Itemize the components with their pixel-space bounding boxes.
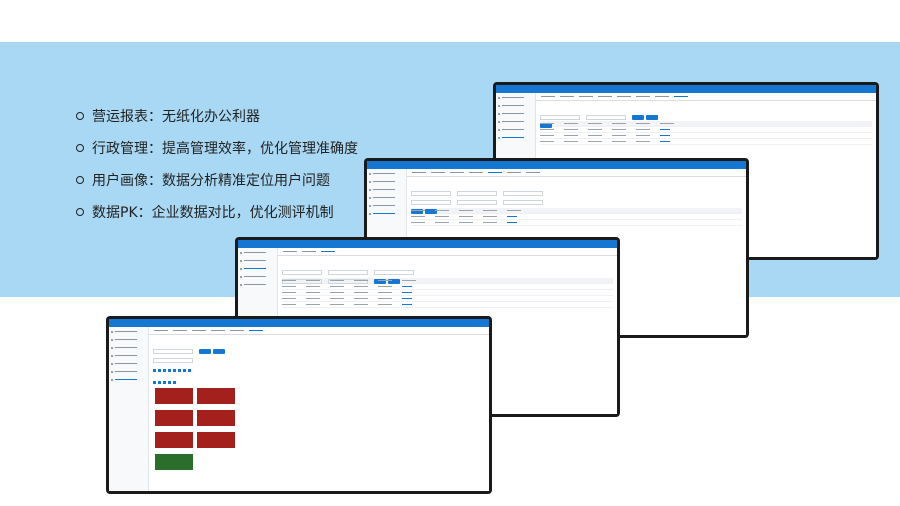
sidebar	[109, 327, 149, 491]
app-header	[367, 161, 746, 169]
tab-bar	[536, 93, 876, 101]
feature-list: 营运报表：无纸化办公利器 行政管理：提高管理效率，优化管理准确度 用户画像：数据…	[76, 100, 358, 228]
app-header	[496, 85, 876, 93]
monitor-screenshot-4	[106, 316, 492, 494]
app-header	[109, 319, 489, 327]
circle-bullet-icon	[76, 208, 84, 216]
feature-text: 营运报表：无纸化办公利器	[92, 109, 260, 125]
circle-bullet-icon	[76, 112, 84, 120]
feature-text: 行政管理：提高管理效率，优化管理准确度	[92, 141, 358, 157]
app-header	[238, 240, 617, 248]
feature-text: 用户画像：数据分析精准定位用户问题	[92, 173, 330, 189]
feature-item: 用户画像：数据分析精准定位用户问题	[76, 164, 358, 196]
feature-item: 数据PK：企业数据对比，优化测评机制	[76, 196, 358, 228]
feature-item: 营运报表：无纸化办公利器	[76, 100, 358, 132]
tab-bar	[278, 248, 617, 256]
circle-bullet-icon	[76, 176, 84, 184]
app-screen	[109, 319, 489, 491]
feature-item: 行政管理：提高管理效率，优化管理准确度	[76, 132, 358, 164]
tab-bar	[149, 327, 489, 335]
tab-bar	[407, 169, 746, 177]
feature-text: 数据PK：企业数据对比，优化测评机制	[92, 205, 334, 221]
pk-area	[153, 339, 485, 489]
circle-bullet-icon	[76, 144, 84, 152]
